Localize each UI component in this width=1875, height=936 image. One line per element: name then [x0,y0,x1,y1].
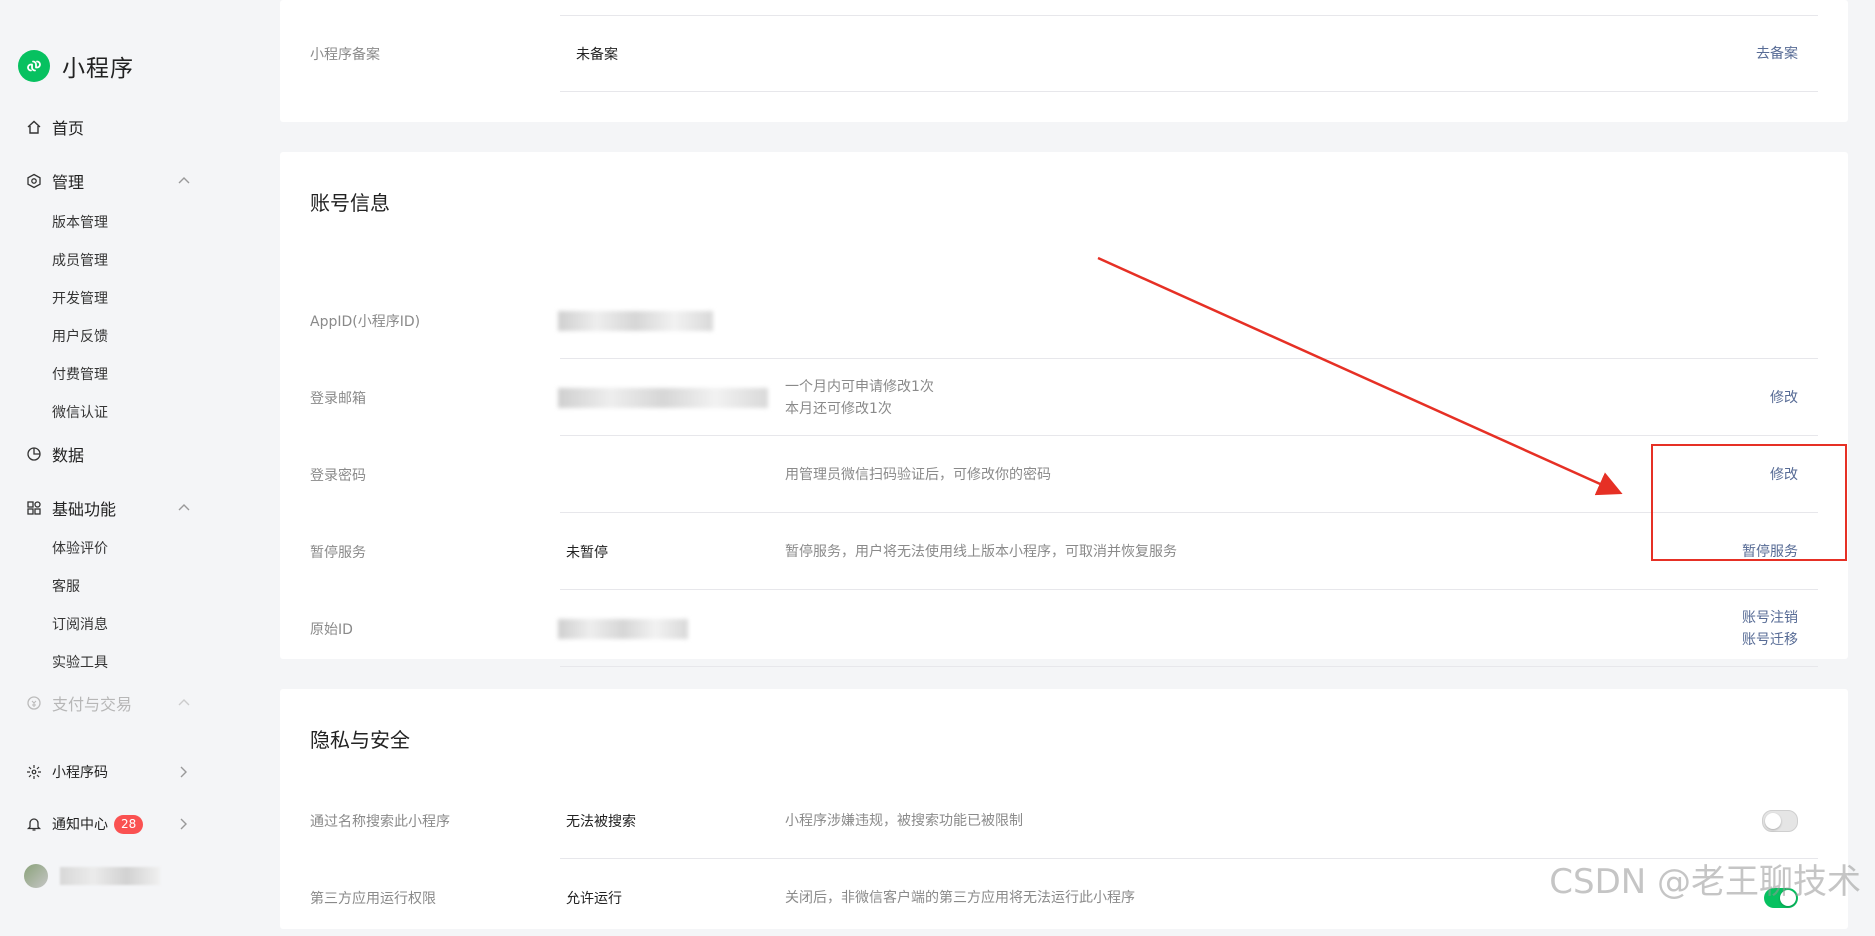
watermark: CSDN @老王聊技术 [1549,862,1861,902]
annotation-highlight-box [1651,444,1847,561]
annotation-arrow [1097,256,1623,496]
